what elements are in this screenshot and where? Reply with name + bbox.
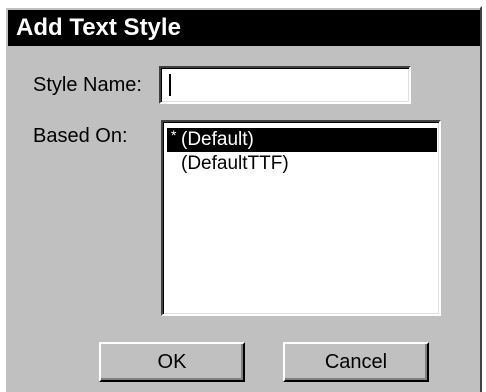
dialog-title: Add Text Style xyxy=(8,10,480,46)
list-item-default[interactable]: * (Default) xyxy=(167,127,437,152)
screen: Add Text Style Style Name: Based On: * (… xyxy=(0,0,486,392)
cancel-button[interactable]: Cancel xyxy=(283,342,429,382)
default-marker: * xyxy=(171,127,177,143)
based-on-label: Based On: xyxy=(33,125,128,147)
based-on-listbox[interactable]: * (Default) (DefaultTTF) xyxy=(161,120,441,316)
text-caret xyxy=(169,74,171,96)
ok-button[interactable]: OK xyxy=(99,342,245,382)
style-name-label: Style Name: xyxy=(33,74,142,96)
add-text-style-dialog: Add Text Style Style Name: Based On: * (… xyxy=(4,6,482,392)
list-item-defaultttf[interactable]: (DefaultTTF) xyxy=(167,152,437,176)
list-item-label: (DefaultTTF) xyxy=(181,153,289,174)
list-item-label: (Default) xyxy=(181,129,254,150)
style-name-input[interactable] xyxy=(159,66,411,104)
